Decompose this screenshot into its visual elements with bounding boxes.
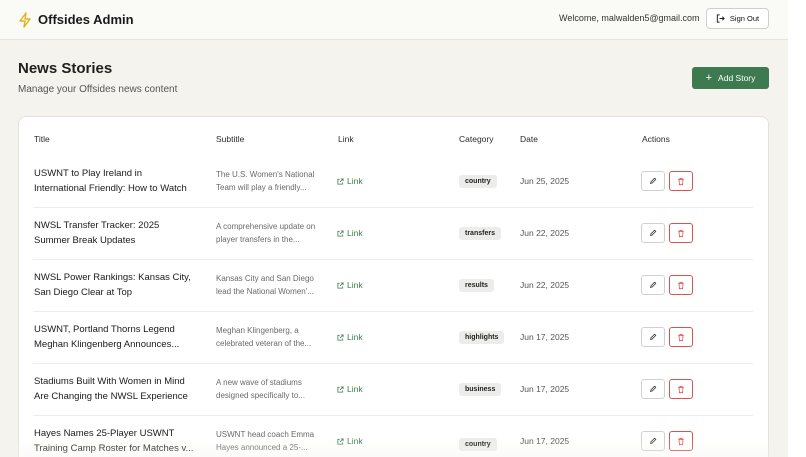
- external-link-icon: [337, 437, 347, 445]
- delete-button[interactable]: [669, 171, 693, 191]
- plus-icon: +: [705, 71, 713, 84]
- edit-button[interactable]: [641, 223, 665, 243]
- trash-icon: [677, 177, 685, 186]
- story-date: Jun 22, 2025: [520, 280, 570, 290]
- add-story-button[interactable]: + Add Story: [692, 67, 769, 89]
- lightning-icon: [18, 11, 32, 28]
- trash-icon: [677, 437, 685, 446]
- trash-icon: [677, 229, 685, 238]
- table-row: USWNT, Portland Thorns Legend Meghan Kli…: [33, 312, 753, 364]
- category-badge: country: [459, 438, 497, 451]
- story-title: NWSL Power Rankings: Kansas City, San Di…: [34, 272, 191, 298]
- edit-button[interactable]: [641, 275, 665, 295]
- column-header-actions: Actions: [642, 134, 670, 144]
- story-subtitle: A new wave of stadiums designed specific…: [216, 378, 305, 400]
- story-date: Jun 22, 2025: [520, 228, 570, 238]
- story-date: Jun 17, 2025: [520, 436, 570, 446]
- story-subtitle: The U.S. Women's National Team will play…: [216, 170, 315, 192]
- delete-button[interactable]: [669, 223, 693, 243]
- brand[interactable]: Offsides Admin: [18, 11, 134, 28]
- column-header-subtitle: Subtitle: [216, 134, 245, 144]
- story-title: NWSL Transfer Tracker: 2025 Summer Break…: [34, 220, 160, 246]
- story-link[interactable]: Link: [337, 228, 363, 238]
- story-link[interactable]: Link: [337, 280, 363, 290]
- story-subtitle: Kansas City and San Diego lead the Natio…: [216, 274, 314, 296]
- column-header-link: Link: [338, 134, 354, 144]
- welcome-text: Welcome, malwalden5@gmail.com: [559, 13, 700, 23]
- category-badge: transfers: [459, 227, 501, 240]
- pencil-icon: [649, 281, 657, 289]
- edit-button[interactable]: [641, 379, 665, 399]
- edit-button[interactable]: [641, 171, 665, 191]
- table-row: NWSL Power Rankings: Kansas City, San Di…: [33, 260, 753, 312]
- external-link-icon: [337, 333, 347, 341]
- story-subtitle: USWNT head coach Emma Hayes announced a …: [216, 430, 315, 452]
- table-row: Stadiums Built With Women in Mind Are Ch…: [33, 364, 753, 416]
- table-row: USWNT to Play Ireland in International F…: [33, 156, 753, 208]
- category-badge: country: [459, 175, 497, 188]
- delete-button[interactable]: [669, 431, 693, 451]
- external-link-icon: [337, 177, 347, 185]
- story-link[interactable]: Link: [337, 176, 363, 186]
- story-title: USWNT, Portland Thorns Legend Meghan Kli…: [34, 324, 180, 350]
- sign-out-label: Sign Out: [729, 14, 760, 23]
- stories-table: Title Subtitle Link Category Date Action…: [18, 116, 769, 457]
- scrollbar-track[interactable]: [788, 0, 806, 457]
- trash-icon: [677, 385, 685, 394]
- story-date: Jun 17, 2025: [520, 384, 570, 394]
- story-subtitle: A comprehensive update on player transfe…: [216, 222, 316, 244]
- category-badge: results: [459, 279, 494, 292]
- edit-button[interactable]: [641, 431, 665, 451]
- story-title: Stadiums Built With Women in Mind Are Ch…: [34, 376, 188, 402]
- column-header-title: Title: [34, 134, 50, 144]
- category-badge: highlights: [459, 331, 505, 344]
- app-title: Offsides Admin: [38, 12, 134, 27]
- logout-icon: [716, 14, 730, 23]
- sign-out-button[interactable]: Sign Out: [706, 8, 769, 29]
- trash-icon: [677, 333, 685, 342]
- delete-button[interactable]: [669, 327, 693, 347]
- column-header-date: Date: [520, 134, 538, 144]
- story-date: Jun 25, 2025: [520, 176, 570, 186]
- delete-button[interactable]: [669, 275, 693, 295]
- delete-button[interactable]: [669, 379, 693, 399]
- story-date: Jun 17, 2025: [520, 332, 570, 342]
- external-link-icon: [337, 385, 347, 393]
- page-title: News Stories: [18, 60, 113, 77]
- add-story-label: Add Story: [718, 73, 756, 83]
- story-title: USWNT to Play Ireland in International F…: [34, 168, 187, 194]
- pencil-icon: [649, 229, 657, 237]
- external-link-icon: [337, 229, 347, 237]
- story-link[interactable]: Link: [337, 332, 363, 342]
- story-subtitle: Meghan Klingenberg, a celebrated veteran…: [216, 326, 312, 348]
- story-link[interactable]: Link: [337, 436, 363, 446]
- story-title: Hayes Names 25-Player USWNT Training Cam…: [34, 428, 194, 454]
- pencil-icon: [649, 385, 657, 393]
- category-badge: business: [459, 383, 502, 396]
- pencil-icon: [649, 333, 657, 341]
- table-row: NWSL Transfer Tracker: 2025 Summer Break…: [33, 208, 753, 260]
- story-link[interactable]: Link: [337, 384, 363, 394]
- top-bar: Offsides Admin Welcome, malwalden5@gmail…: [0, 0, 788, 40]
- page-subtitle: Manage your Offsides news content: [18, 84, 178, 95]
- pencil-icon: [649, 437, 657, 445]
- pencil-icon: [649, 177, 657, 185]
- external-link-icon: [337, 281, 347, 289]
- column-header-category: Category: [459, 134, 494, 144]
- trash-icon: [677, 281, 685, 290]
- edit-button[interactable]: [641, 327, 665, 347]
- table-row: Hayes Names 25-Player USWNT Training Cam…: [33, 416, 753, 457]
